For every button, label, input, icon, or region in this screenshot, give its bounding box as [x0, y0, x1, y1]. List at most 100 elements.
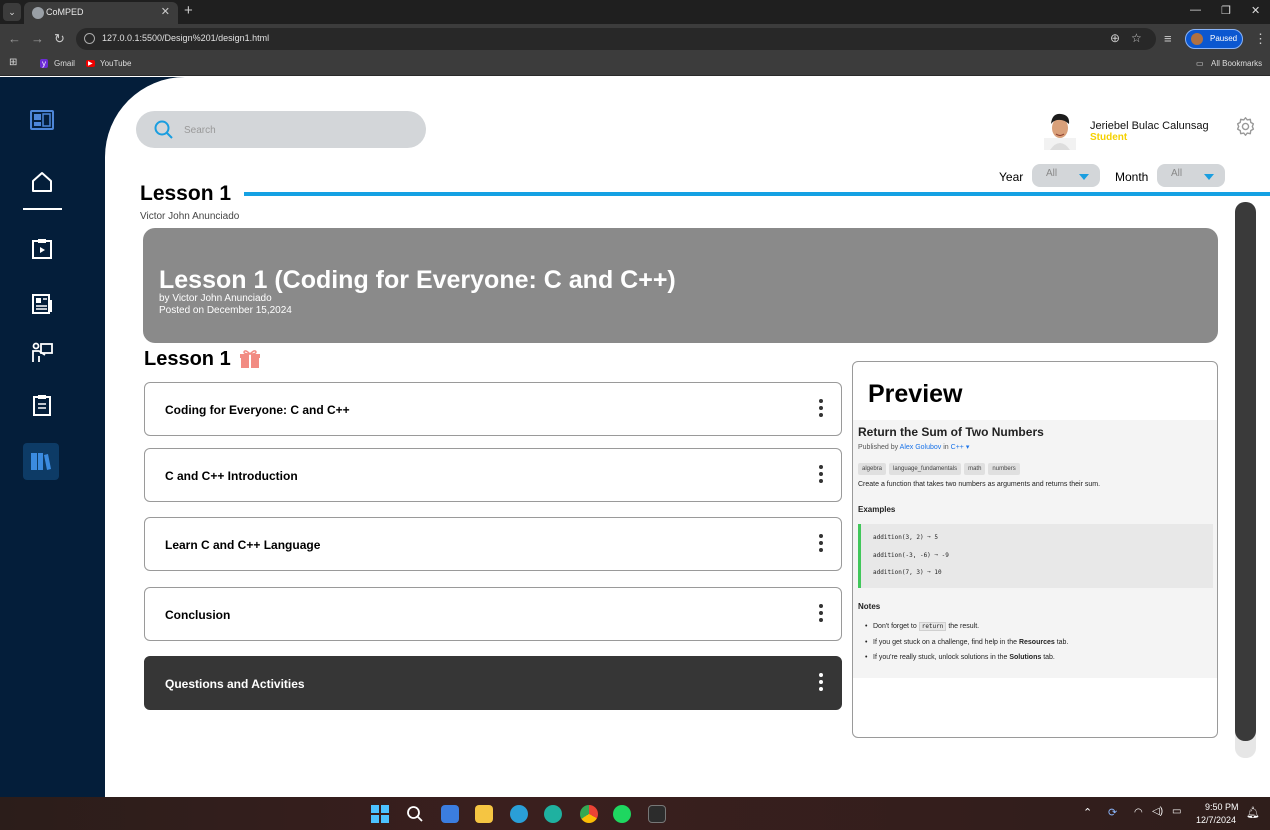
zoom-icon[interactable]: ⊕ — [1110, 31, 1120, 45]
address-bar-row: ← → ↻ 127.0.0.1:5500/Design%201/design1.… — [0, 24, 1270, 54]
search-icon — [154, 120, 173, 139]
presentation-icon[interactable] — [30, 341, 54, 365]
back-icon[interactable]: ← — [8, 31, 21, 46]
taskbar-search-icon[interactable] — [406, 805, 424, 823]
lesson-banner: Lesson 1 (Coding for Everyone: C and C++… — [143, 228, 1218, 343]
edge-icon[interactable] — [544, 805, 562, 823]
more-options-icon[interactable] — [819, 673, 823, 695]
kebab-menu-icon[interactable]: ⋮ — [1254, 31, 1267, 47]
year-select[interactable]: All — [1032, 164, 1100, 187]
clock-date[interactable]: 12/7/2024 — [1196, 815, 1236, 825]
reload-icon[interactable]: ↻ — [54, 31, 65, 47]
new-tab-button[interactable]: + — [184, 2, 193, 19]
bookmark-star-icon[interactable]: ☆ — [1131, 31, 1142, 45]
more-options-icon[interactable] — [819, 534, 823, 556]
scrollbar-thumb[interactable] — [1235, 202, 1256, 741]
all-bookmarks[interactable]: All Bookmarks — [1211, 59, 1262, 68]
globe-icon — [32, 7, 44, 19]
tab-search-button[interactable]: ⌄ — [3, 3, 21, 21]
lesson-label: Questions and Activities — [165, 677, 305, 691]
preview-panel: Preview Return the Sum of Two Numbers Pu… — [852, 361, 1218, 738]
site-info-icon[interactable] — [84, 33, 95, 44]
wifi-icon[interactable]: ◠ — [1134, 807, 1143, 818]
file-explorer-icon[interactable] — [475, 805, 493, 823]
banner-title: Lesson 1 (Coding for Everyone: C and C++… — [159, 266, 676, 294]
battery-icon[interactable]: ▭ — [1172, 806, 1181, 817]
more-options-icon[interactable] — [819, 604, 823, 626]
preview-content: Return the Sum of Two Numbers Published … — [853, 420, 1217, 678]
lesson-item-questions[interactable]: Questions and Activities — [144, 656, 842, 710]
clock-time[interactable]: 9:50 PM — [1205, 802, 1239, 812]
bookmark-youtube[interactable]: YouTube — [100, 59, 131, 68]
forward-icon[interactable]: → — [31, 31, 44, 46]
lesson-item[interactable]: Coding for Everyone: C and C++ — [144, 382, 842, 436]
bookmark-gmail[interactable]: Gmail — [54, 59, 75, 68]
page-author: Victor John Anunciado — [140, 211, 240, 222]
apps-icon[interactable]: ⊞ — [9, 57, 17, 68]
tab-title: CoMPED — [46, 7, 84, 17]
tray-chevron-icon[interactable]: ⌃ — [1083, 806, 1092, 819]
tag[interactable]: algebra — [858, 463, 887, 475]
spotify-icon[interactable] — [613, 805, 631, 823]
search-input[interactable]: Search — [184, 125, 216, 136]
lesson-item[interactable]: Learn C and C++ Language — [144, 517, 842, 571]
banner-author: by Victor John Anunciado — [159, 293, 272, 304]
newspaper-icon[interactable] — [30, 292, 54, 316]
avatar[interactable] — [1044, 110, 1076, 150]
url-text: 127.0.0.1:5500/Design%201/design1.html — [102, 33, 270, 43]
language-link[interactable]: C++ ▾ — [951, 444, 970, 451]
note-item: If you get stuck on a challenge, find he… — [865, 639, 1068, 646]
extensions-icon[interactable]: ≡ — [1164, 31, 1172, 46]
year-select-value: All — [1046, 168, 1058, 179]
url-bar[interactable]: 127.0.0.1:5500/Design%201/design1.html ⊕… — [76, 28, 1156, 50]
tag[interactable]: language_fundamentals — [889, 463, 962, 475]
author-link[interactable]: Alex Golubov — [900, 444, 942, 451]
code-line: addition(3, 2) ➞ 5 — [873, 534, 939, 541]
weather-icon[interactable] — [510, 805, 528, 823]
more-options-icon[interactable] — [819, 399, 823, 421]
folder-icon: ▭ — [1196, 59, 1204, 68]
notification-bell-icon[interactable]: 🔔︎ — [1246, 806, 1260, 819]
title-divider — [244, 192, 1270, 196]
code-line: addition(7, 3) ➞ 10 — [873, 569, 942, 576]
tab-close-icon[interactable]: ✕ — [161, 5, 170, 18]
browser-tab[interactable]: CoMPED ✕ — [24, 2, 178, 24]
profile-button[interactable]: Paused — [1185, 29, 1243, 49]
windows-taskbar — [0, 797, 1270, 830]
home-icon[interactable] — [30, 170, 54, 194]
gear-icon[interactable] — [1235, 116, 1256, 137]
page-title: Lesson 1 — [140, 182, 232, 205]
minimize-button[interactable]: — — [1190, 4, 1201, 16]
sidebar-active-underline — [23, 208, 62, 210]
windows-start-icon[interactable] — [371, 805, 389, 823]
lesson-item[interactable]: Conclusion — [144, 587, 842, 641]
preview-heading: Preview — [868, 380, 963, 408]
close-window-button[interactable]: ✕ — [1251, 4, 1260, 17]
examples-heading: Examples — [858, 505, 896, 514]
more-options-icon[interactable] — [819, 465, 823, 487]
volume-icon[interactable]: ◁) — [1152, 806, 1163, 817]
store-icon[interactable] — [441, 805, 459, 823]
challenge-description: Create a function that takes two numbers… — [858, 481, 1101, 488]
figma-icon[interactable] — [648, 805, 666, 823]
banner-date: Posted on December 15,2024 — [159, 305, 292, 316]
sync-icon[interactable]: ⟳ — [1108, 806, 1117, 819]
restore-button[interactable]: ❐ — [1221, 4, 1231, 17]
youtube-favicon-icon: ▶ — [86, 60, 95, 67]
lesson-label: Learn C and C++ Language — [165, 538, 321, 552]
code-line: addition(-3, -6) ➞ -9 — [873, 552, 949, 559]
library-icon — [31, 453, 51, 470]
gift-icon[interactable] — [239, 349, 261, 369]
search-bar[interactable]: Search — [136, 111, 426, 148]
clipboard-list-icon[interactable] — [30, 393, 54, 417]
lesson-item[interactable]: C and C++ Introduction — [144, 448, 842, 502]
section-title: Lesson 1 — [144, 348, 231, 370]
chevron-down-icon — [1079, 174, 1089, 180]
chrome-icon[interactable] — [580, 805, 598, 823]
user-role: Student — [1090, 132, 1128, 143]
lesson-label: Coding for Everyone: C and C++ — [165, 403, 350, 417]
tag[interactable]: math — [964, 463, 986, 475]
tag[interactable]: numbers — [988, 463, 1020, 475]
clipboard-play-icon[interactable] — [30, 237, 54, 261]
month-select[interactable]: All — [1157, 164, 1225, 187]
